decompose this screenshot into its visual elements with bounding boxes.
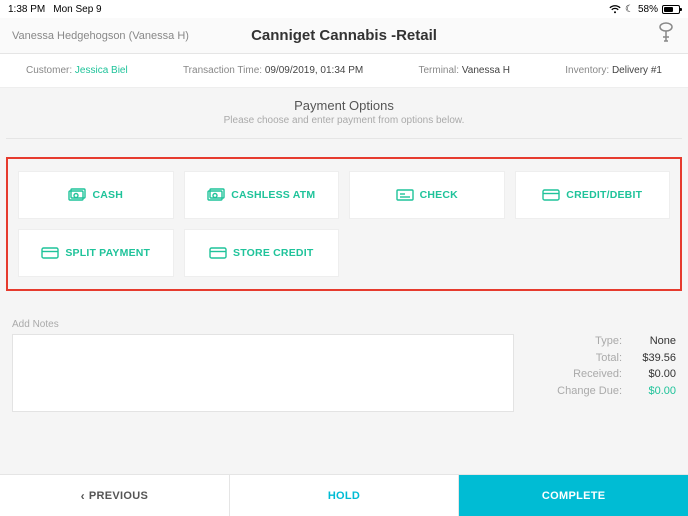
status-bar: 1:38 PM Mon Sep 9 ☾ 58% [0,0,688,18]
inventory-info: Inventory: Delivery #1 [565,65,662,76]
status-date: Mon Sep 9 [53,4,101,15]
app-header: Vanessa Hedgehogson (Vanessa H) Canniget… [0,18,688,54]
terminal-value: Vanessa H [462,65,510,76]
transaction-label: Transaction Time: [183,65,262,76]
inventory-label: Inventory: [565,65,609,76]
inventory-value: Delivery #1 [612,65,662,76]
complete-label: COMPLETE [542,490,606,502]
change-value: $0.00 [632,383,676,400]
section-header: Payment Options Please choose and enter … [0,88,688,130]
cashless-atm-button[interactable]: CASHLESS ATM [184,171,340,219]
hold-label: HOLD [328,490,360,502]
customer-value[interactable]: Jessica Biel [75,65,128,76]
chevron-left-icon: ‹ [81,489,85,503]
store-credit-label: STORE CREDIT [233,247,313,259]
header-user: Vanessa Hedgehogson (Vanessa H) [12,30,189,42]
check-button[interactable]: CHECK [349,171,505,219]
cash-button[interactable]: CASH [18,171,174,219]
status-time: 1:38 PM [8,4,45,15]
hold-button[interactable]: HOLD [230,475,460,516]
cash-icon [207,188,225,202]
transaction-value: 09/09/2019, 01:34 PM [265,65,363,76]
type-value: None [632,333,676,350]
card-icon [209,247,227,259]
transaction-info: Transaction Time: 09/09/2019, 01:34 PM [183,65,363,76]
received-label: Received: [526,366,622,383]
battery-percent: 58% [638,4,658,15]
complete-button[interactable]: COMPLETE [459,475,688,516]
cashless-atm-label: CASHLESS ATM [231,189,315,201]
info-bar: Customer: Jessica Biel Transaction Time:… [0,54,688,88]
received-value: $0.00 [632,366,676,383]
credit-debit-button[interactable]: CREDIT/DEBIT [515,171,671,219]
store-credit-button[interactable]: STORE CREDIT [184,229,340,277]
bottom-bar: ‹ PREVIOUS HOLD COMPLETE [0,474,688,516]
cash-label: CASH [92,189,123,201]
app-title: Canniget Cannabis -Retail [251,27,437,44]
change-label: Change Due: [526,383,622,400]
battery-icon [662,5,680,14]
notes-input[interactable] [12,334,514,412]
total-value: $39.56 [632,350,676,367]
notes-label: Add Notes [12,319,514,330]
totals-panel: Type: None Total: $39.56 Received: $0.00… [526,319,676,417]
divider [6,138,682,139]
credit-debit-label: CREDIT/DEBIT [566,189,642,201]
terminal-info: Terminal: Vanessa H [418,65,510,76]
check-icon [396,189,414,201]
split-payment-button[interactable]: SPLIT PAYMENT [18,229,174,277]
total-label: Total: [526,350,622,367]
card-icon [542,189,560,201]
split-payment-label: SPLIT PAYMENT [65,247,150,259]
customer-label: Customer: [26,65,72,76]
section-title: Payment Options [0,98,688,113]
moon-icon: ☾ [625,4,634,15]
type-label: Type: [526,333,622,350]
previous-button[interactable]: ‹ PREVIOUS [0,475,230,516]
previous-label: PREVIOUS [89,490,148,502]
check-label: CHECK [420,189,458,201]
section-subtitle: Please choose and enter payment from opt… [0,115,688,126]
cash-icon [68,188,86,202]
payment-options-highlight: CASH CASHLESS ATM CHECK CREDIT/DEBIT SPL… [6,157,682,291]
terminal-label: Terminal: [418,65,459,76]
key-icon[interactable] [656,21,676,50]
card-icon [41,247,59,259]
wifi-icon [609,5,621,14]
customer-info: Customer: Jessica Biel [26,65,128,76]
